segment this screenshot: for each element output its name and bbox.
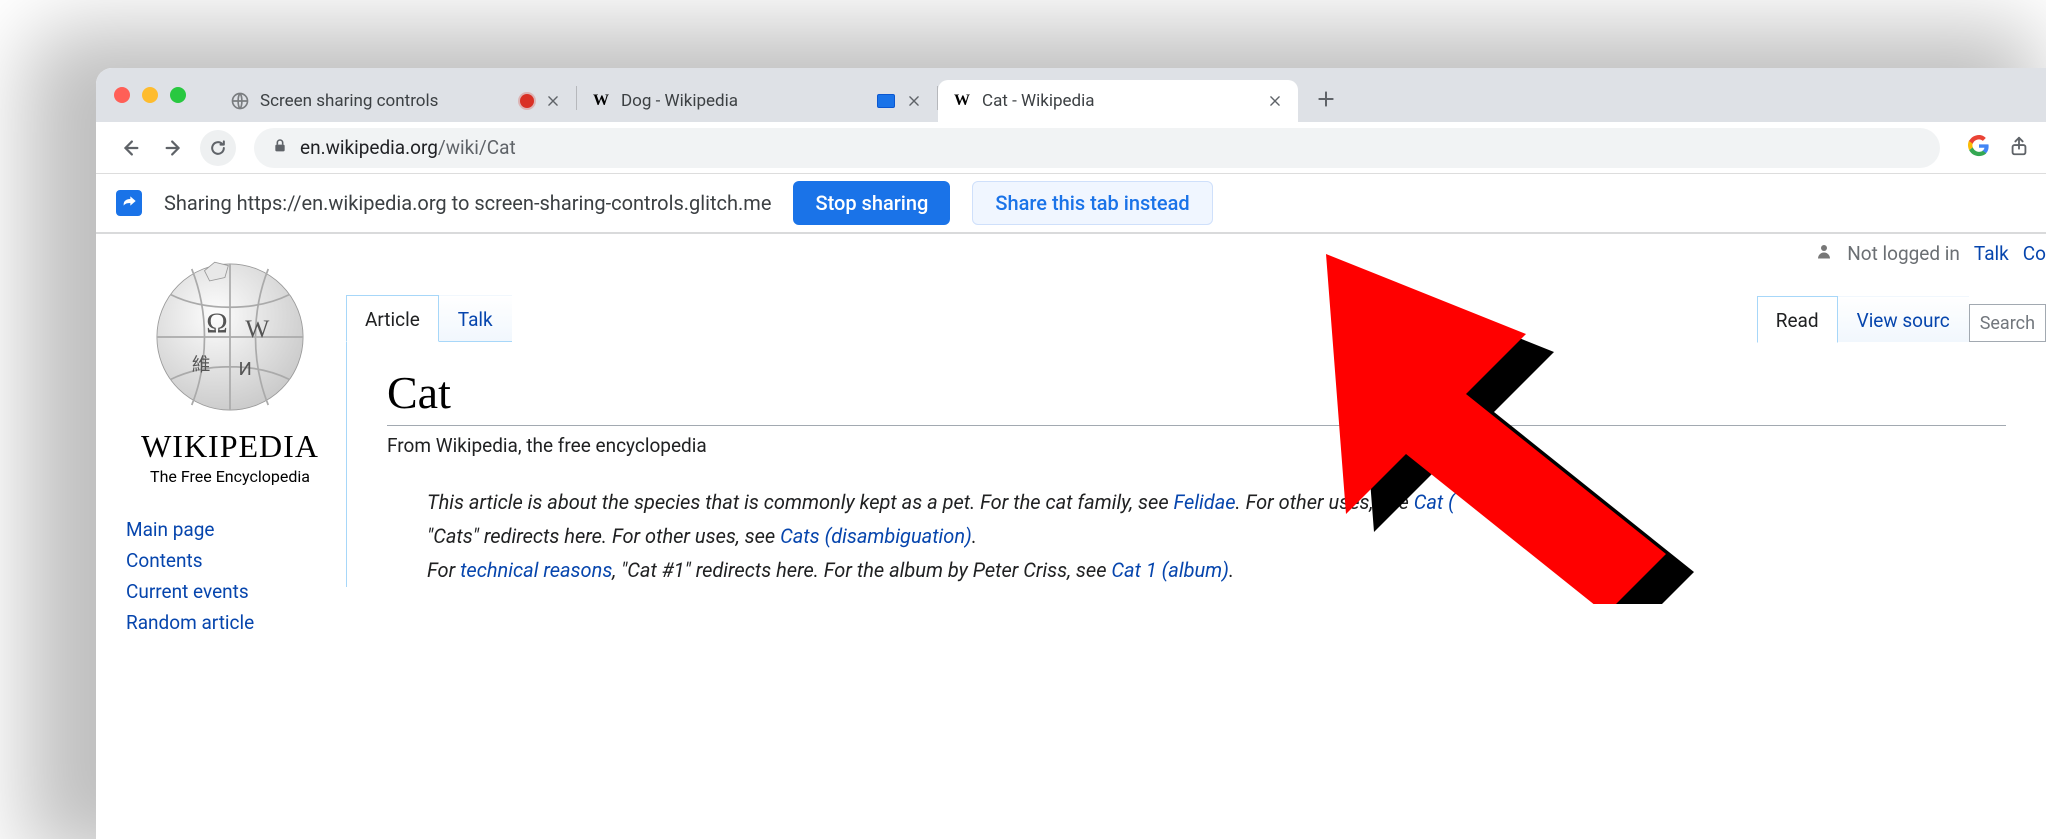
article-title: Cat — [387, 366, 2006, 426]
tab-cat-wikipedia[interactable]: W Cat - Wikipedia — [938, 80, 1298, 122]
new-tab-button[interactable] — [1306, 79, 1346, 119]
search-input[interactable]: Search — [1969, 304, 2046, 342]
tab-title: Dog - Wikipedia — [621, 91, 738, 111]
hatnotes: This article is about the species that i… — [387, 485, 2006, 587]
google-account-icon[interactable] — [1968, 135, 1990, 161]
wikipedia-wordmark: WIKIPEDIA — [126, 428, 334, 465]
tab-title: Screen sharing controls — [260, 91, 438, 111]
link-cat-disambig[interactable]: Cat ( — [1414, 490, 1455, 514]
from-wikipedia-line: From Wikipedia, the free encyclopedia — [387, 434, 2006, 457]
page-content: Not logged in Talk Co — [96, 234, 2046, 839]
wikipedia-favicon-icon: W — [952, 91, 972, 111]
reload-button[interactable] — [200, 130, 236, 166]
address-bar[interactable]: en.wikipedia.org/wiki/Cat — [254, 128, 1940, 168]
svg-text:Ω: Ω — [206, 308, 227, 340]
tab-screen-sharing-controls[interactable]: Screen sharing controls — [216, 80, 576, 122]
toolbar: en.wikipedia.org/wiki/Cat — [96, 122, 2046, 174]
sidebar-link-main-page[interactable]: Main page — [126, 514, 334, 545]
forward-button[interactable] — [156, 130, 192, 166]
sharing-message: Sharing https://en.wikipedia.org to scre… — [164, 191, 771, 215]
hatnote-1: This article is about the species that i… — [427, 485, 2006, 519]
tab-title: Cat - Wikipedia — [982, 91, 1095, 111]
svg-text:И: И — [239, 358, 252, 380]
hatnote-2: "Cats" redirects here. For other uses, s… — [427, 519, 2006, 553]
url-text: en.wikipedia.org/wiki/Cat — [300, 136, 516, 159]
view-source-tab[interactable]: View sourc — [1838, 296, 1969, 342]
sidebar: Ω W 維 И WIKIPEDIA The Free Encyclopedia … — [96, 234, 346, 839]
article-tab[interactable]: Article — [346, 295, 439, 342]
link-cats-disambig[interactable]: Cats (disambiguation) — [780, 524, 972, 548]
read-tab[interactable]: Read — [1757, 296, 1838, 343]
sidebar-link-current-events[interactable]: Current events — [126, 576, 334, 607]
page-tabs-left: Article Talk — [346, 294, 512, 342]
minimize-window-button[interactable] — [142, 87, 158, 103]
page-tabs-right: Read View sourc Search — [1757, 294, 2046, 342]
globe-icon — [230, 91, 250, 111]
stop-sharing-button[interactable]: Stop sharing — [793, 181, 950, 225]
share-this-tab-button[interactable]: Share this tab instead — [972, 181, 1212, 225]
tab-dog-wikipedia[interactable]: W Dog - Wikipedia — [577, 80, 937, 122]
tab-close-button[interactable] — [905, 92, 923, 110]
svg-text:維: 維 — [192, 354, 211, 376]
tab-strip: Screen sharing controls W Dog - Wikipedi… — [96, 68, 2046, 122]
fullscreen-window-button[interactable] — [170, 87, 186, 103]
window-controls — [114, 87, 186, 103]
sidebar-link-contents[interactable]: Contents — [126, 545, 334, 576]
hatnote-3: For technical reasons, "Cat #1" redirect… — [427, 553, 2006, 587]
link-cat-1-album[interactable]: Cat 1 (album) — [1111, 558, 1229, 582]
main-area: Article Talk Read View sourc Search Cat … — [346, 234, 2046, 839]
lock-icon — [272, 136, 288, 159]
close-window-button[interactable] — [114, 87, 130, 103]
tab-close-button[interactable] — [1266, 92, 1284, 110]
sidebar-nav: Main page Contents Current events Random… — [126, 514, 334, 638]
back-button[interactable] — [112, 130, 148, 166]
share-page-icon[interactable] — [2008, 135, 2030, 161]
link-felidae[interactable]: Felidae — [1174, 490, 1236, 514]
wikipedia-globe-icon: Ω W 維 И — [145, 252, 315, 422]
wikipedia-tagline: The Free Encyclopedia — [126, 467, 334, 486]
recording-indicator-icon — [520, 94, 534, 108]
wikipedia-logo[interactable]: Ω W 維 И WIKIPEDIA The Free Encyclopedia — [126, 252, 334, 486]
wikipedia-favicon-icon: W — [591, 91, 611, 111]
share-arrow-icon — [116, 190, 142, 216]
link-technical-reasons[interactable]: technical reasons — [460, 558, 612, 582]
article-body: Cat From Wikipedia, the free encyclopedi… — [346, 342, 2046, 587]
svg-text:W: W — [245, 314, 270, 343]
talk-tab[interactable]: Talk — [439, 295, 512, 341]
screen-sharing-bar: Sharing https://en.wikipedia.org to scre… — [96, 174, 2046, 234]
browser-window: Screen sharing controls W Dog - Wikipedi… — [96, 68, 2046, 839]
tab-sharing-indicator-icon — [877, 94, 895, 108]
tab-close-button[interactable] — [544, 92, 562, 110]
sidebar-link-random-article[interactable]: Random article — [126, 607, 334, 638]
